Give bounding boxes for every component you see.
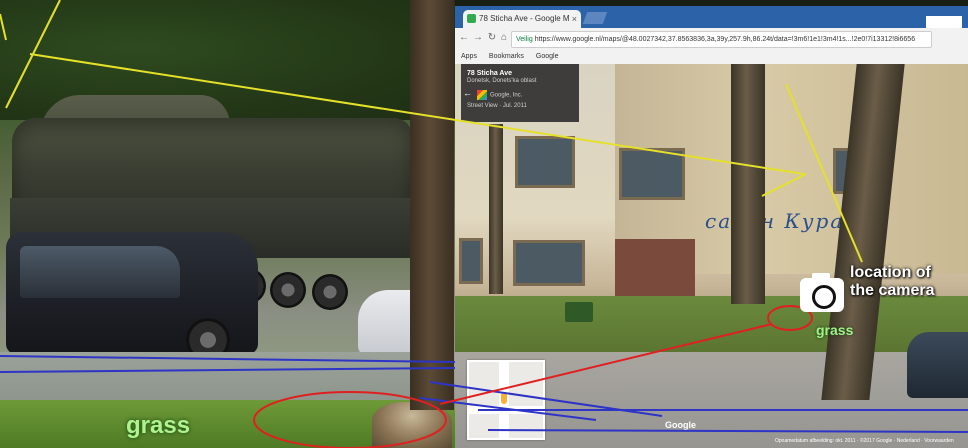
tab-close-icon[interactable]: × [572,10,577,28]
street-view-panorama[interactable]: салон Кураж 78 Sticha Ave Donetsk, Donet… [455,64,968,448]
pegman-icon[interactable] [501,392,507,404]
tab-google-maps[interactable]: 78 Sticha Ave - Google M × [463,10,581,28]
tab-title: 78 Sticha Ave - Google M [479,14,570,23]
back-icon[interactable]: ← [457,31,471,45]
photo-credit: Google, Inc. [467,90,573,100]
secure-label: Veilig [516,36,533,43]
bench [565,302,593,322]
camera-label-line1: location of [850,264,931,281]
building-window [515,136,575,188]
new-tab-button[interactable] [582,12,608,24]
building-window [513,240,585,286]
home-icon[interactable]: ⌂ [497,31,511,45]
camera-icon-bump [812,273,830,280]
minimap[interactable] [467,360,545,440]
address-region: Donetsk, Donets'ka oblast [467,78,537,84]
dark-car [907,332,968,398]
google-logo-icon [477,90,487,100]
tree-trunk [410,0,454,410]
bookmarks-bar: Apps Bookmarks Google [455,50,968,65]
address-title: 78 Sticha Ave [467,70,513,77]
lawn [455,296,968,356]
forward-icon[interactable]: → [471,31,485,45]
browser-toolbar: ← → ↻ ⌂ Veilig https://www.google.nl/map… [455,28,968,50]
google-watermark: Google [665,420,696,430]
capture-date: Street View · Jul. 2011 [467,103,527,109]
tree-trunk [731,64,765,304]
building-window [459,238,483,284]
imagery-footer: Opnamedatum afbeelding: okt. 2011 · ©201… [775,438,954,444]
grass-label-left: grass [126,412,191,439]
left-photo-panel [0,0,455,448]
camera-label-line2: the camera [850,282,935,299]
tab-strip: 78 Sticha Ave - Google M × [455,6,968,46]
bookmark-apps[interactable]: Apps [461,53,477,60]
tree-trunk [489,124,503,294]
road [0,352,455,406]
maps-favicon-icon [467,14,476,23]
minimap-road [469,406,543,414]
address-bar[interactable]: Veilig https://www.google.nl/maps/@48.00… [511,31,932,48]
building-window [619,148,685,200]
grass-label-right: grass [816,322,854,338]
van-window [20,246,180,298]
trailer-wheel [270,272,306,308]
location-card[interactable]: 78 Sticha Ave Donetsk, Donets'ka oblast … [461,64,579,122]
trailer-wheel [312,274,348,310]
bookmark-google[interactable]: Google [536,53,559,60]
url-text: https://www.google.nl/maps/@48.0027342,3… [534,36,916,43]
camera-icon-lens [812,285,836,309]
back-arrow-icon[interactable]: ← [463,88,472,98]
bookmark-bookmarks[interactable]: Bookmarks [489,53,524,60]
browser-window: 78 Sticha Ave - Google M × ← → ↻ ⌂ Veili… [455,6,968,448]
camera-location-label: location of the camera [850,264,935,300]
camera-icon [800,273,844,312]
